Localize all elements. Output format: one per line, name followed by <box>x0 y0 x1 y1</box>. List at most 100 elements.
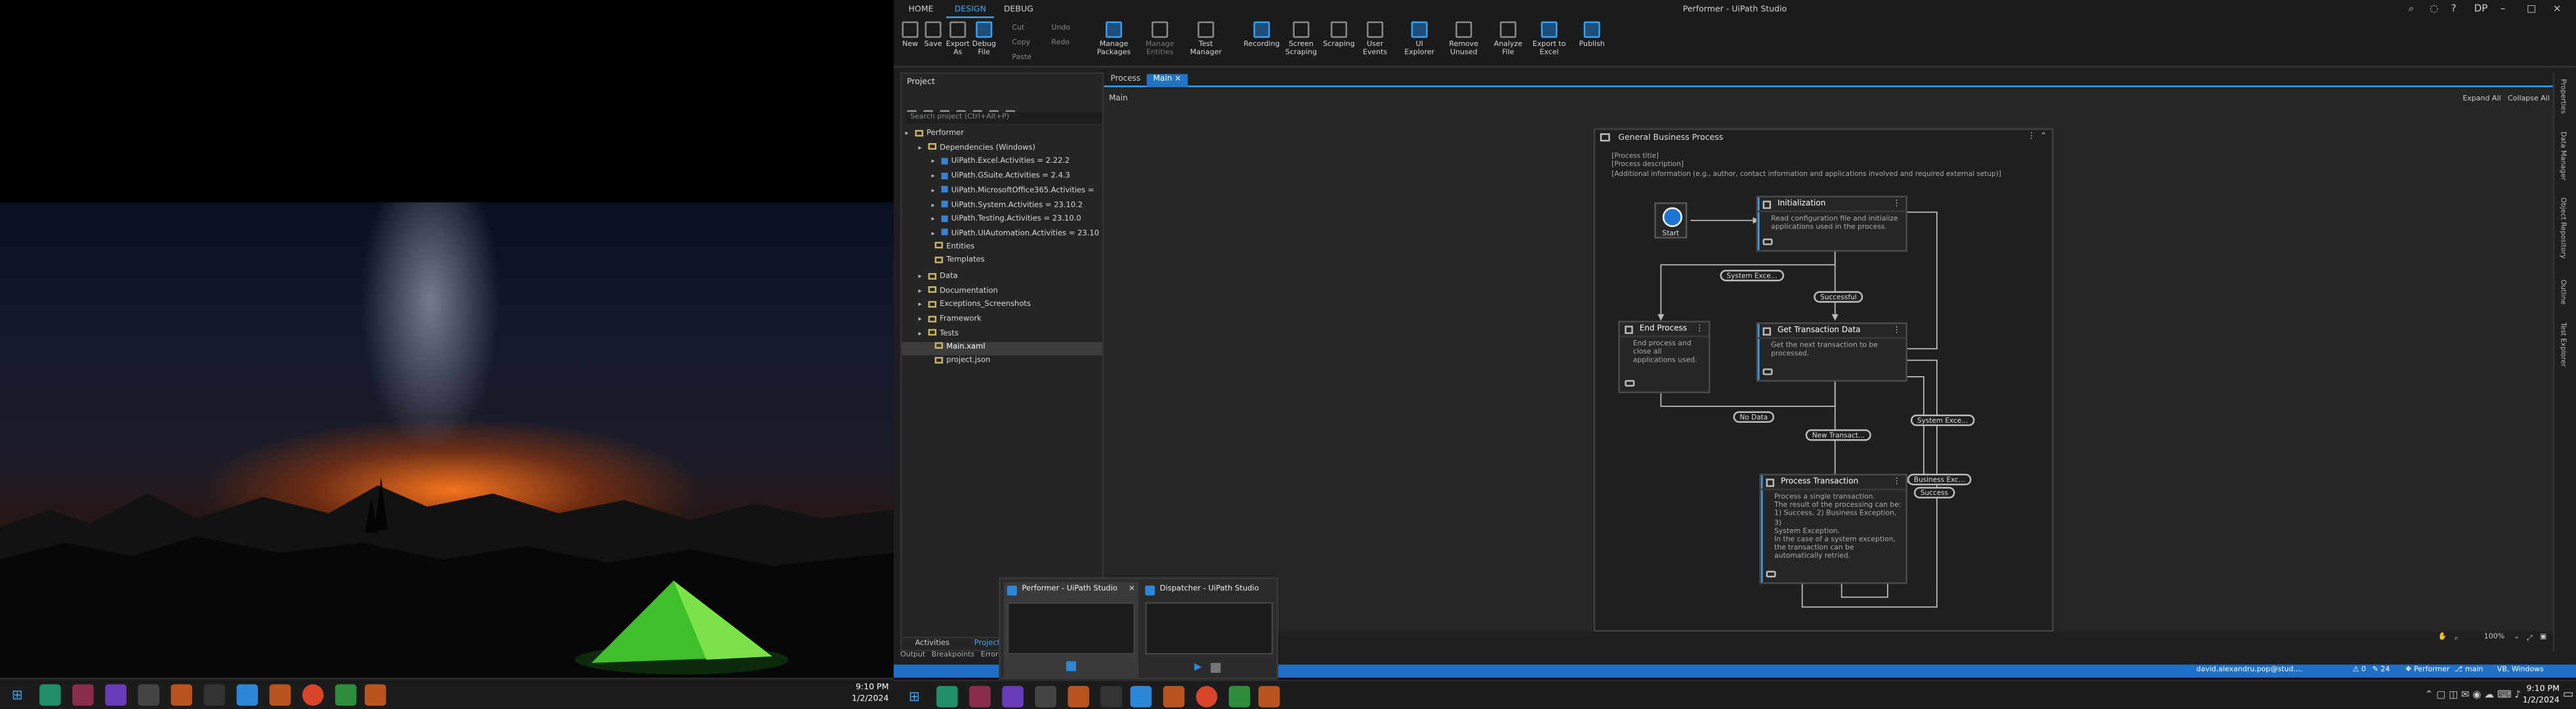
state-machine[interactable]: General Business Process ⋮ ⌃ [Process ti… <box>1593 128 2054 632</box>
transition-no-data[interactable]: No Data <box>1733 411 1775 423</box>
chevron-right-icon[interactable]: ▸ <box>932 169 942 183</box>
chevron-right-icon[interactable]: ▸ <box>905 127 915 140</box>
tab-properties[interactable]: Properties <box>2560 79 2568 114</box>
manage-entities-button[interactable]: Manage Entities <box>1140 21 1180 58</box>
ui-explorer-button[interactable]: UI Explorer <box>1403 21 1436 58</box>
terminal-icon[interactable] <box>203 684 226 706</box>
menu-icon[interactable]: ⋮ <box>1892 326 1901 335</box>
thumbnail-performer[interactable]: Performer - UiPath Studio × <box>1003 582 1139 678</box>
save-button[interactable]: Save <box>922 21 945 49</box>
chevron-down-icon[interactable]: ⌄ <box>2514 634 2520 642</box>
collapse-all-link[interactable]: Collapse All <box>2508 95 2550 104</box>
menu-icon[interactable]: ⋮ <box>1695 324 1704 334</box>
chevron-right-icon[interactable]: ▸ <box>932 156 942 169</box>
tree-item[interactable]: ▸ Tests <box>902 327 1102 340</box>
fit-icon[interactable]: ⤢ <box>2527 634 2533 643</box>
tab-project[interactable]: Project <box>974 640 1000 649</box>
redo-button[interactable]: Redo <box>1051 39 1070 48</box>
tab-activities[interactable]: Activities <box>915 640 950 649</box>
tree-item[interactable]: ▸ UiPath.System.Activities = 23.10.2 <box>902 198 1102 211</box>
tab-outline[interactable]: Outline <box>2560 280 2568 305</box>
chevron-right-icon[interactable]: ▸ <box>932 213 942 226</box>
transition-system-exception[interactable]: System Exce... <box>1720 269 1784 282</box>
chevron-right-icon[interactable]: ▸ <box>919 141 928 154</box>
menu-icon[interactable]: ⋮ <box>1892 477 1901 487</box>
zoom-level[interactable]: 100% <box>2484 634 2504 642</box>
recording-button[interactable]: Recording <box>1242 21 1281 49</box>
chevron-right-icon[interactable]: ▸ <box>932 227 942 240</box>
cut-button[interactable]: Cut <box>1012 25 1024 33</box>
expand-all-link[interactable]: Expand All <box>2462 95 2501 104</box>
tab-process[interactable]: Process <box>1104 74 1148 87</box>
tree-item[interactable]: ▸ UiPath.MicrosoftOffice365.Activities = <box>902 184 1102 197</box>
tree-item[interactable]: Entities <box>902 241 1102 254</box>
menu-icon[interactable]: ⋮ <box>1892 199 1901 209</box>
app-icon[interactable] <box>269 684 291 706</box>
chevron-right-icon[interactable]: ▸ <box>919 270 928 283</box>
app-icon[interactable] <box>1068 685 1090 708</box>
tab-output[interactable]: Output <box>900 651 925 660</box>
tab-data-manager[interactable]: Data Manager <box>2560 131 2568 180</box>
designer-canvas[interactable]: Main Expand All Collapse All General Bus… <box>1104 89 2556 632</box>
windows-start-icon[interactable]: ⊞ <box>7 684 28 706</box>
bell-icon[interactable]: ◌ <box>2430 3 2438 15</box>
project-search-input[interactable]: Search project (Ctrl+Alt+P) <box>905 112 1103 123</box>
state-initialization[interactable]: Initialization ⋮ Read configuration file… <box>1756 196 1907 252</box>
avatar[interactable]: DP <box>2474 3 2488 15</box>
chevron-right-icon[interactable]: ▸ <box>919 312 928 326</box>
tab-breakpoints[interactable]: Breakpoints <box>932 651 974 660</box>
screen-scraping-button[interactable]: Screen Scraping <box>1281 21 1321 58</box>
edge-icon[interactable] <box>39 684 61 706</box>
menu-icon[interactable]: ⋮ <box>2027 131 2036 141</box>
thumbnail-dispatcher[interactable]: Dispatcher - UiPath Studio ▶ <box>1142 582 1276 677</box>
tree-item[interactable]: ▸ Data <box>902 270 1102 283</box>
chrome-icon[interactable] <box>1195 685 1218 708</box>
close-icon[interactable]: × <box>2553 3 2562 15</box>
overview-icon[interactable]: ▣ <box>2540 634 2546 642</box>
edge-icon[interactable] <box>936 685 958 708</box>
tree-item[interactable]: ▸ UiPath.Excel.Activities = 2.22.2 <box>902 156 1102 169</box>
status-branch[interactable]: ⎇ main <box>2455 664 2483 677</box>
app-icon[interactable] <box>1228 685 1251 708</box>
user-events-button[interactable]: User Events <box>1357 21 1393 58</box>
app-icon[interactable] <box>1258 685 1280 708</box>
tree-item[interactable]: ▸ Framework <box>902 312 1102 326</box>
start-node[interactable]: Start <box>1654 202 1688 239</box>
app-icon[interactable] <box>335 684 357 706</box>
app-icon[interactable] <box>1035 685 1056 708</box>
transition-success[interactable]: Success <box>1913 486 1955 499</box>
breadcrumb[interactable]: Main <box>1109 95 1128 104</box>
chrome-icon[interactable] <box>302 684 324 706</box>
chevron-right-icon[interactable]: ▸ <box>919 299 928 312</box>
status-user[interactable]: 👤 david.alexandru.pop@stud.... <box>2185 664 2302 677</box>
transition-system-exception-2[interactable]: System Exce... <box>1910 414 1975 427</box>
app-icon[interactable] <box>72 684 94 706</box>
chevron-right-icon[interactable]: ▸ <box>919 284 928 297</box>
uipath-icon[interactable] <box>1130 685 1152 708</box>
left-clock[interactable]: 9:10 PM 1/2/2024 <box>829 683 888 706</box>
tree-item[interactable]: Main.xaml <box>902 341 1103 354</box>
copy-button[interactable]: Copy <box>1012 39 1030 48</box>
tree-item[interactable]: ▸ UiPath.GSuite.Activities = 2.4.3 <box>902 169 1102 183</box>
tree-item[interactable]: ▸ Exceptions_Screenshots <box>902 299 1102 312</box>
app-icon[interactable] <box>364 684 386 706</box>
annotation[interactable]: [Process title] [Process description] [A… <box>1611 152 2001 179</box>
tree-item[interactable]: ▸ Dependencies (Windows) <box>902 141 1102 154</box>
analyze-file-button[interactable]: Analyze File <box>1488 21 1527 58</box>
uipath-icon[interactable] <box>236 684 259 706</box>
transition-business-exception[interactable]: Business Exc... <box>1907 473 1972 486</box>
status-project[interactable]: ❖ Performer <box>2405 664 2450 677</box>
test-manager-button[interactable]: Test Manager <box>1186 21 1226 58</box>
paste-button[interactable]: Paste <box>1012 54 1031 63</box>
transition-new-transaction[interactable]: New Transact... <box>1805 429 1871 441</box>
help-icon[interactable]: ? <box>2451 3 2457 15</box>
data-scraping-button[interactable]: Scraping <box>1321 21 1357 49</box>
tab-test-explorer[interactable]: Test Explorer <box>2560 322 2568 367</box>
collapse-icon[interactable]: ⌃ <box>2040 131 2047 141</box>
hand-icon[interactable]: ✋ <box>2438 634 2447 642</box>
tree-item[interactable]: ▸ Performer <box>902 127 1102 140</box>
transition-successful[interactable]: Successful <box>1814 291 1863 303</box>
close-icon[interactable]: × <box>1129 584 1136 594</box>
app-icon[interactable] <box>138 684 159 706</box>
chevron-right-icon[interactable]: ▸ <box>919 327 928 340</box>
